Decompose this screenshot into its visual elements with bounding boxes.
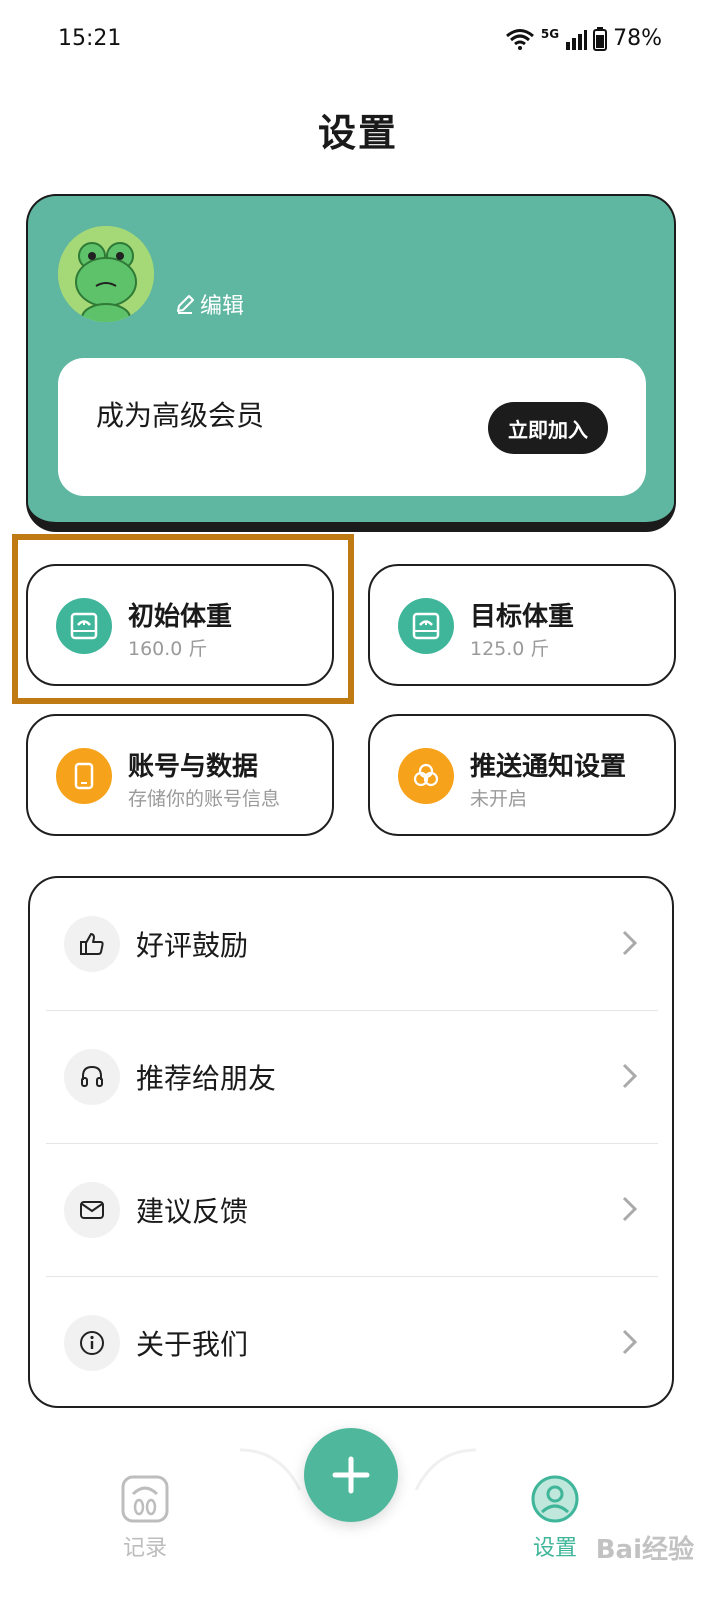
watermark: Bai经验 — [595, 1535, 694, 1565]
list-item-recommend[interactable]: 推荐给朋友 — [46, 1011, 658, 1144]
battery-icon — [593, 26, 608, 51]
network-label: 5G — [540, 26, 560, 41]
list-item-about[interactable]: 关于我们 — [46, 1277, 658, 1410]
tile-title: 账号与数据 — [128, 752, 259, 782]
tile-push-notification[interactable]: 推送通知设置 未开启 — [368, 714, 676, 836]
profile-card: 编辑 成为高级会员 立即加入 — [26, 194, 676, 532]
nav-label: 设置 — [532, 1536, 577, 1561]
status-icons: 5G 78% — [505, 26, 662, 51]
circles-icon — [398, 748, 454, 804]
headset-icon — [64, 1049, 120, 1105]
list-item-label: 推荐给朋友 — [136, 1062, 277, 1095]
thumbs-up-icon — [64, 916, 120, 972]
status-time: 15:21 — [58, 26, 122, 51]
join-vip-button[interactable]: 立即加入 — [488, 402, 608, 454]
list-item-rate[interactable]: 好评鼓励 — [46, 878, 658, 1011]
tile-subtitle: 未开启 — [470, 788, 528, 810]
chevron-right-icon — [622, 1329, 638, 1355]
battery-level: 78% — [613, 26, 662, 51]
tile-target-weight[interactable]: 目标体重 125.0 斤 — [368, 564, 676, 686]
user-icon — [531, 1475, 579, 1523]
add-record-button[interactable] — [304, 1428, 398, 1522]
bottom-nav: 记录 设置 Bai经验 — [0, 1428, 716, 1600]
nav-label: 记录 — [122, 1536, 167, 1561]
plus-icon — [332, 1456, 370, 1494]
list-item-label: 关于我们 — [136, 1328, 249, 1361]
status-bar: 15:21 5G 78% — [0, 0, 716, 80]
avatar[interactable] — [58, 226, 154, 322]
info-icon — [64, 1315, 120, 1371]
tile-title: 目标体重 — [470, 602, 575, 632]
highlight-box — [12, 534, 354, 704]
list-item-label: 好评鼓励 — [136, 929, 249, 962]
mail-icon — [64, 1182, 120, 1238]
settings-list: 好评鼓励 推荐给朋友 建议反馈 关于我们 — [28, 876, 674, 1408]
pencil-icon — [177, 295, 194, 314]
vip-text: 成为高级会员 — [96, 399, 265, 432]
frog-avatar-icon — [58, 226, 154, 322]
phone-icon — [56, 748, 112, 804]
chevron-right-icon — [622, 1063, 638, 1089]
nav-item-record[interactable]: 记录 — [100, 1474, 190, 1574]
tile-subtitle: 125.0 斤 — [470, 638, 550, 660]
scale-outline-icon — [121, 1475, 169, 1523]
edit-profile-button[interactable]: 编辑 — [174, 288, 244, 320]
edit-label: 编辑 — [200, 294, 245, 319]
wifi-icon — [505, 28, 534, 50]
tile-title: 推送通知设置 — [470, 752, 627, 782]
tile-subtitle: 存储你的账号信息 — [128, 788, 281, 810]
list-item-label: 建议反馈 — [136, 1195, 249, 1228]
scale-icon — [398, 598, 454, 654]
chevron-right-icon — [622, 1196, 638, 1222]
list-item-feedback[interactable]: 建议反馈 — [46, 1144, 658, 1277]
tile-account-data[interactable]: 账号与数据 存储你的账号信息 — [26, 714, 334, 836]
vip-banner[interactable]: 成为高级会员 立即加入 — [58, 358, 646, 496]
nav-item-settings[interactable]: 设置 — [510, 1474, 600, 1574]
signal-icon — [566, 29, 588, 50]
page-title: 设置 — [317, 111, 398, 155]
chevron-right-icon — [622, 930, 638, 956]
